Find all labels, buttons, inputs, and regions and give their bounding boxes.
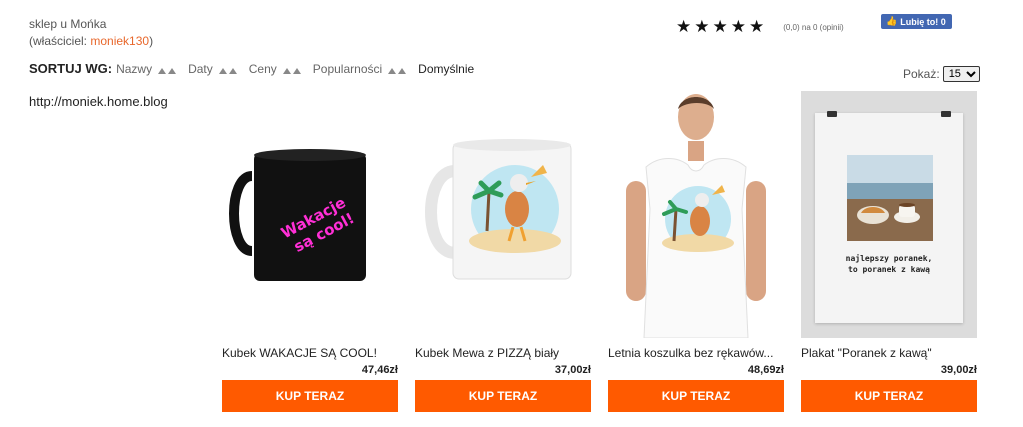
rating-stars: ★★★★★ xyxy=(676,17,768,36)
sort-option-popularity[interactable]: Popularności xyxy=(312,61,407,76)
product-name[interactable]: Kubek WAKACJE SĄ COOL! xyxy=(222,346,398,361)
sort-option-label: Ceny xyxy=(248,61,277,76)
blog-url[interactable]: http://moniek.home.blog xyxy=(29,94,168,109)
page-size-label: Pokaż: xyxy=(903,67,940,81)
owner-suffix: ) xyxy=(149,34,154,48)
sort-arrows-icon[interactable] xyxy=(388,66,407,74)
product-card: Letnia koszulka bez rękawów... 48,69zł K… xyxy=(608,91,784,412)
owner-link[interactable]: moniek130 xyxy=(90,34,149,48)
facebook-like-button[interactable]: 👍 Lubię to! 0 xyxy=(881,14,952,29)
product-image-mug-white[interactable] xyxy=(415,91,591,338)
mug-illustration xyxy=(425,139,572,280)
product-image-mug-black[interactable]: Wakacje są cool! xyxy=(222,91,398,338)
product-price: 37,00zł xyxy=(554,364,591,376)
product-image-tank-top[interactable] xyxy=(608,91,784,338)
buy-now-button[interactable]: KUP TERAZ xyxy=(608,380,784,412)
tank-top-illustration xyxy=(626,94,766,338)
product-name[interactable]: Kubek Mewa z PIZZĄ biały xyxy=(415,346,591,361)
product-card: Wakacje są cool! Kubek WAKACJE SĄ COOL! … xyxy=(222,91,398,412)
sort-option-price[interactable]: Ceny xyxy=(249,62,301,76)
product-name[interactable]: Letnia koszulka bez rękawów... xyxy=(608,346,784,361)
product-card: najlepszy poranek, to poranek z kawą Pla… xyxy=(801,91,977,412)
sort-label: SORTUJ WG: xyxy=(29,61,113,76)
mug-illustration: Wakacje są cool! xyxy=(229,149,366,281)
shop-rating: ★★★★★ (0,0) na 0 (opinii) xyxy=(676,17,844,37)
shop-title: sklep u Mońka xyxy=(29,17,107,31)
sort-bar: SORTUJ WG: Nazwy Daty Ceny Popularności … xyxy=(29,61,486,76)
poster: najlepszy poranek, to poranek z kawą xyxy=(815,111,963,323)
facebook-like-label: Lubię to! 0 xyxy=(900,16,946,27)
coffee-photo xyxy=(847,155,933,241)
buy-now-button[interactable]: KUP TERAZ xyxy=(801,380,977,412)
sort-arrows-icon[interactable] xyxy=(218,66,237,74)
rating-text: (0,0) na 0 (opinii) xyxy=(783,22,844,32)
sort-option-name[interactable]: Nazwy xyxy=(116,61,177,76)
sort-option-label: Daty xyxy=(188,61,213,76)
poster-clip xyxy=(941,111,951,117)
product-card: Kubek Mewa z PIZZĄ biały 37,00zł KUP TER… xyxy=(415,91,591,412)
owner-prefix: (właściciel: xyxy=(29,34,91,48)
shop-owner: (właściciel: moniek130) xyxy=(29,33,153,49)
sort-option-label: Nazwy xyxy=(116,61,153,76)
sort-option-default[interactable]: Domyślnie xyxy=(418,62,474,76)
product-name[interactable]: Plakat "Poranek z kawą" xyxy=(801,346,977,361)
poster-clip xyxy=(827,111,837,117)
thumbs-up-icon: 👍 xyxy=(886,16,898,26)
page-size-control: Pokaż: 15 xyxy=(903,66,980,82)
page-size-select[interactable]: 15 xyxy=(942,66,980,82)
product-price: 39,00zł xyxy=(940,364,977,376)
product-price: 48,69zł xyxy=(747,364,784,376)
sort-option-label: Popularności xyxy=(312,61,383,76)
buy-now-button[interactable]: KUP TERAZ xyxy=(222,380,398,412)
sort-arrows-icon[interactable] xyxy=(282,66,301,74)
sort-arrows-icon[interactable] xyxy=(158,66,177,74)
buy-now-button[interactable]: KUP TERAZ xyxy=(415,380,591,412)
product-image-poster[interactable]: najlepszy poranek, to poranek z kawą xyxy=(801,91,977,338)
poster-text: najlepszy poranek, to poranek z kawą xyxy=(845,254,933,274)
product-price: 47,46zł xyxy=(361,364,398,376)
sort-option-date[interactable]: Daty xyxy=(188,62,237,76)
